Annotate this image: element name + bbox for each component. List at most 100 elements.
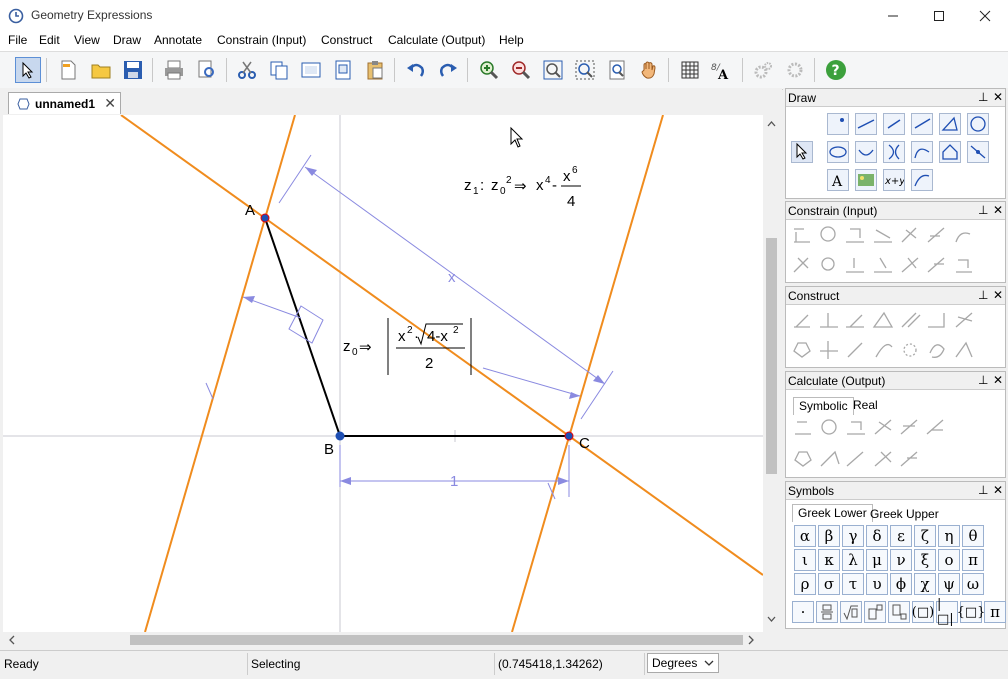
- new-file-icon[interactable]: [55, 57, 81, 83]
- draw-parabola-icon[interactable]: [883, 141, 905, 163]
- pin-icon[interactable]: ⊥: [978, 90, 988, 104]
- draw-text-icon[interactable]: A: [827, 169, 849, 191]
- symbol-button[interactable]: κ: [818, 549, 840, 571]
- symbol-button[interactable]: ρ: [794, 573, 816, 595]
- save-icon[interactable]: [120, 57, 146, 83]
- help-icon[interactable]: ?: [823, 57, 849, 83]
- angle-unit-select[interactable]: Degrees: [647, 653, 719, 673]
- draw-polygon-icon[interactable]: [939, 113, 961, 135]
- symbol-button[interactable]: η: [938, 525, 960, 547]
- menu-edit[interactable]: Edit: [39, 33, 60, 47]
- draw-ellipse-icon[interactable]: [827, 141, 849, 163]
- tab-symbolic[interactable]: Symbolic: [793, 397, 854, 415]
- menu-constrain[interactable]: Constrain (Input): [217, 33, 306, 47]
- subscript-template-icon[interactable]: [888, 601, 910, 623]
- draw-select-icon[interactable]: [791, 141, 813, 163]
- cut-icon[interactable]: [234, 57, 260, 83]
- zoom-in-icon[interactable]: [476, 57, 502, 83]
- line-ac[interactable]: [120, 115, 763, 576]
- zoom-window-icon[interactable]: [572, 57, 598, 83]
- symbol-button[interactable]: γ: [842, 525, 864, 547]
- menu-construct[interactable]: Construct: [321, 33, 372, 47]
- grid-icon[interactable]: [677, 57, 703, 83]
- draw-function-icon[interactable]: x+y: [883, 169, 906, 191]
- symbol-button[interactable]: υ: [866, 573, 888, 595]
- tab-real[interactable]: Real: [848, 397, 883, 415]
- line-through-c[interactable]: [511, 115, 664, 632]
- pin-icon[interactable]: ⊥: [978, 288, 988, 302]
- pin-icon[interactable]: ⊥: [978, 203, 988, 217]
- symbol-button[interactable]: ψ: [938, 573, 960, 595]
- symbol-button[interactable]: σ: [818, 573, 840, 595]
- symbol-button[interactable]: π: [962, 549, 984, 571]
- symbol-button[interactable]: ω: [962, 573, 984, 595]
- symbol-button[interactable]: λ: [842, 549, 864, 571]
- symbol-button[interactable]: α: [794, 525, 816, 547]
- segment-ab[interactable]: [264, 217, 341, 437]
- point-a[interactable]: [260, 213, 270, 223]
- open-folder-icon[interactable]: [88, 57, 114, 83]
- copy-as-icon[interactable]: [298, 57, 324, 83]
- undo-icon[interactable]: [403, 57, 429, 83]
- menu-annotate[interactable]: Annotate: [154, 33, 202, 47]
- point-b[interactable]: [335, 431, 345, 441]
- draw-line-icon[interactable]: [855, 113, 877, 135]
- tab-greek-lower[interactable]: Greek Lower: [792, 504, 873, 522]
- draw-ray-icon[interactable]: [911, 113, 933, 135]
- menu-calculate[interactable]: Calculate (Output): [388, 33, 485, 47]
- close-icon[interactable]: ✕: [993, 373, 1003, 387]
- symbol-pi-extra[interactable]: π: [984, 601, 1006, 623]
- select-arrow-icon[interactable]: [15, 57, 41, 83]
- close-icon[interactable]: ✕: [993, 483, 1003, 497]
- calculate-tools-grid[interactable]: [791, 416, 963, 474]
- menu-file[interactable]: File: [8, 33, 27, 47]
- symbol-button[interactable]: ζ: [914, 525, 936, 547]
- draw-locus-icon[interactable]: [967, 141, 989, 163]
- draw-segment-icon[interactable]: [883, 113, 905, 135]
- symbol-button[interactable]: ν: [890, 549, 912, 571]
- draw-arc-icon[interactable]: [855, 141, 877, 163]
- symbol-button[interactable]: δ: [866, 525, 888, 547]
- draw-house-icon[interactable]: [939, 141, 961, 163]
- tab-close-icon[interactable]: ✕: [104, 95, 116, 112]
- tab-greek-upper[interactable]: Greek Upper: [865, 506, 944, 524]
- close-icon[interactable]: ✕: [993, 203, 1003, 217]
- abs-template-icon[interactable]: |□|: [936, 597, 958, 627]
- copy-icon[interactable]: [266, 57, 292, 83]
- symbol-button[interactable]: ξ: [914, 549, 936, 571]
- symbol-button[interactable]: ο: [938, 549, 960, 571]
- power-template-icon[interactable]: [864, 601, 886, 623]
- pin-icon[interactable]: ⊥: [978, 373, 988, 387]
- close-icon[interactable]: ✕: [993, 90, 1003, 104]
- expression-z1[interactable]: z 1 : z 0 2 ⇒ x 4 - x 6 4: [464, 165, 581, 210]
- vertical-scrollbar[interactable]: [763, 115, 780, 632]
- symbol-button[interactable]: ι: [794, 549, 816, 571]
- symbol-button[interactable]: ε: [890, 525, 912, 547]
- paste-icon[interactable]: [362, 57, 388, 83]
- fraction-template-icon[interactable]: [816, 601, 838, 623]
- print-icon[interactable]: [161, 57, 187, 83]
- draw-picture-icon[interactable]: [855, 169, 877, 191]
- drawing-canvas[interactable]: A B C x 1 z 1 : z 0 2 ⇒ x 4 - x 6 4 z 0 …: [3, 115, 763, 632]
- parentheses-template-icon[interactable]: (□): [912, 601, 934, 623]
- settings-gear-icon[interactable]: [750, 57, 776, 83]
- print-preview-icon[interactable]: [193, 57, 219, 83]
- dot-operator-icon[interactable]: ·: [792, 601, 814, 623]
- draw-circle-icon[interactable]: [967, 113, 989, 135]
- symbol-button[interactable]: θ: [962, 525, 984, 547]
- symbol-button[interactable]: ϕ: [890, 573, 912, 595]
- zoom-page-icon[interactable]: [604, 57, 630, 83]
- text-format-icon[interactable]: 8/A: [709, 57, 735, 83]
- minimize-button[interactable]: [870, 0, 916, 31]
- close-button[interactable]: [962, 0, 1008, 31]
- symbol-button[interactable]: μ: [866, 549, 888, 571]
- symbol-button[interactable]: β: [818, 525, 840, 547]
- copy-special-icon[interactable]: [330, 57, 356, 83]
- draw-curve-icon[interactable]: [911, 141, 933, 163]
- settings-gear-2-icon[interactable]: [782, 57, 808, 83]
- line-through-a[interactable]: [144, 115, 296, 632]
- redo-icon[interactable]: [435, 57, 461, 83]
- zoom-out-icon[interactable]: [508, 57, 534, 83]
- zoom-fit-icon[interactable]: [540, 57, 566, 83]
- construct-tools-grid[interactable]: [790, 309, 1002, 365]
